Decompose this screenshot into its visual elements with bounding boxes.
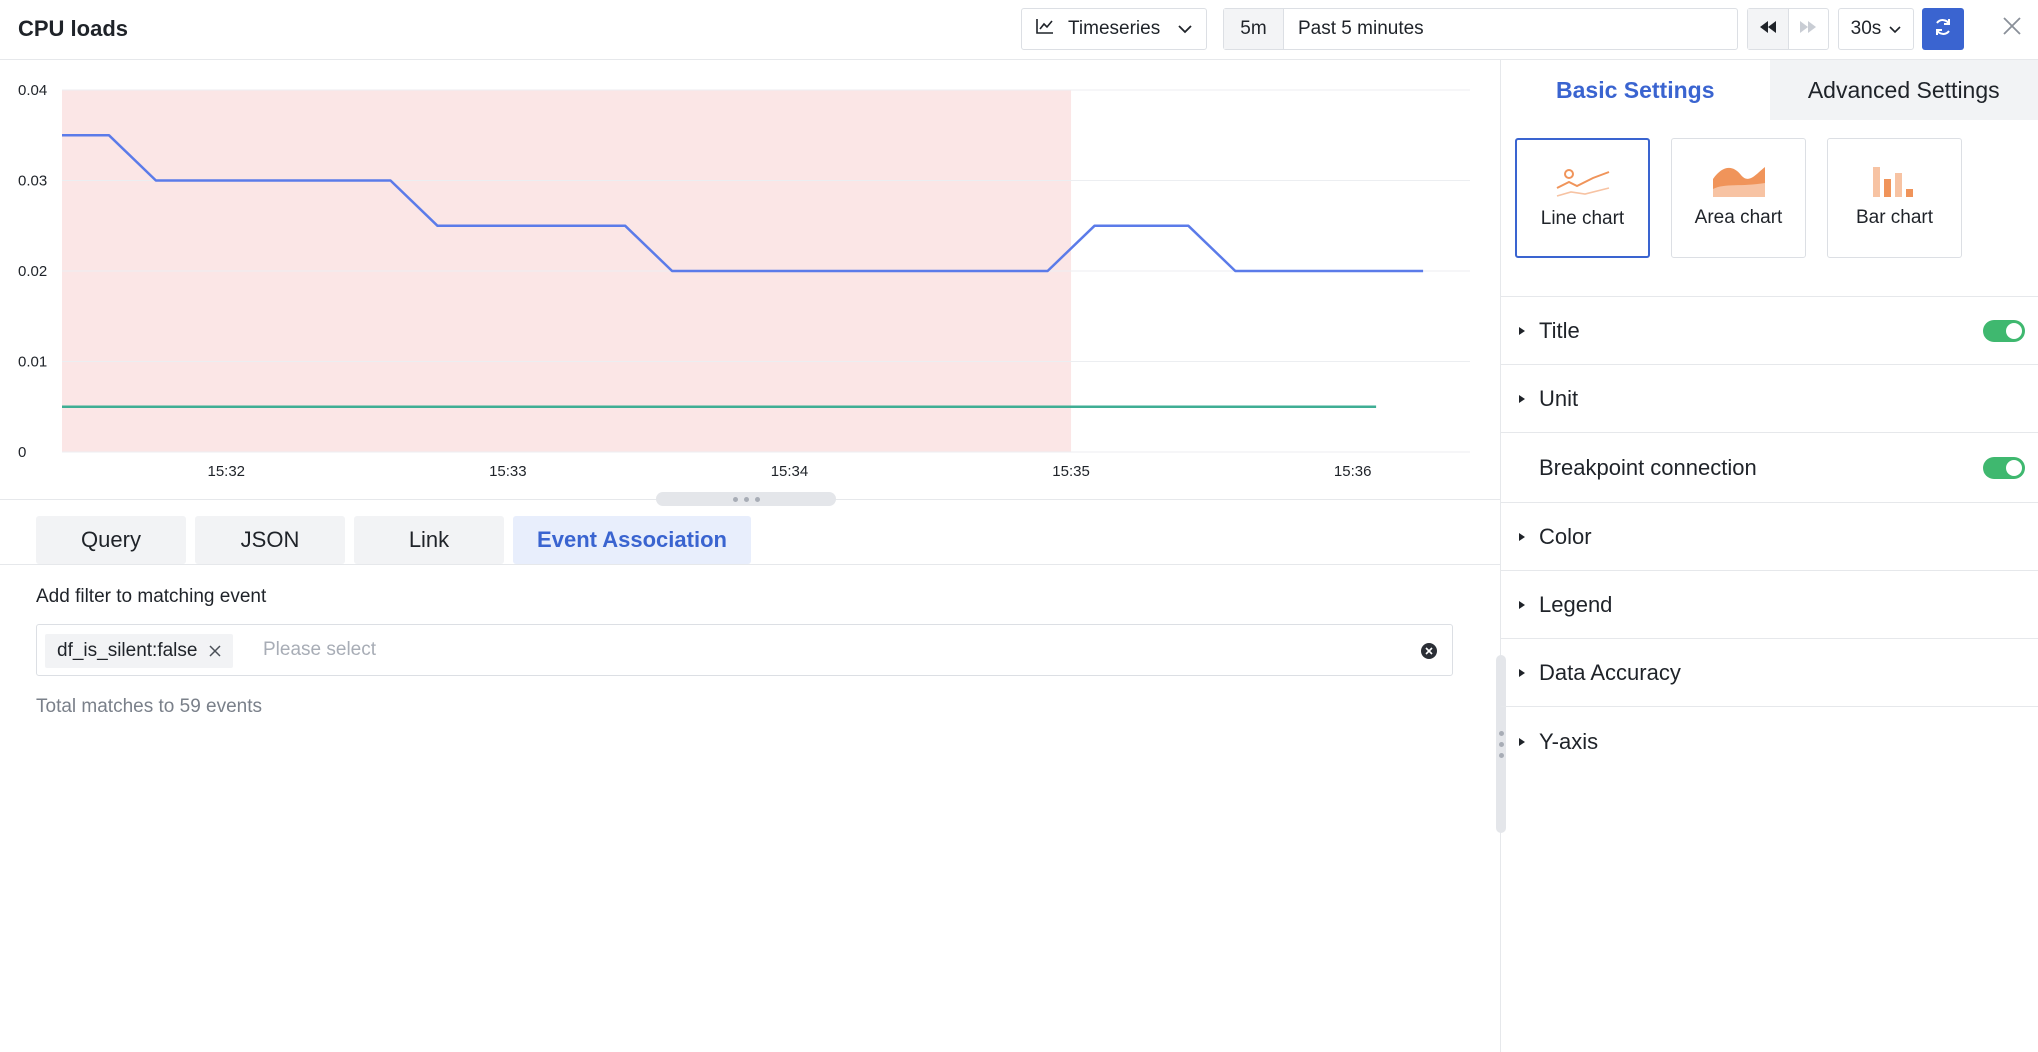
section-label: Title <box>1539 317 1580 343</box>
caret-right-icon <box>1519 326 1525 335</box>
filter-label: Add filter to matching event <box>36 586 267 607</box>
x-tick-label: 15:33 <box>489 463 527 480</box>
refresh-interval-label: 30s <box>1850 18 1882 39</box>
line-chart-icon <box>1036 18 1054 40</box>
filter-tag-label: df_is_silent:false <box>57 640 198 661</box>
time-shortcut[interactable]: 5m <box>1224 9 1284 49</box>
refresh-button[interactable] <box>1922 8 1964 50</box>
section-title[interactable]: Title <box>1501 296 2038 364</box>
tabs-divider <box>0 564 1500 565</box>
visualization-type-select[interactable]: Timeseries <box>1021 8 1207 50</box>
section-label: Data Accuracy <box>1539 659 1681 685</box>
title-toggle[interactable] <box>1983 319 2025 342</box>
tab-event-association[interactable]: Event Association <box>513 516 751 564</box>
chart-type-line[interactable]: Line chart <box>1515 138 1650 258</box>
section-y-axis[interactable]: Y-axis <box>1501 706 2038 776</box>
breakpoint-connection-toggle[interactable] <box>1983 456 2025 479</box>
close-icon <box>2003 16 2021 40</box>
caret-right-icon <box>1519 532 1525 541</box>
section-legend[interactable]: Legend <box>1501 570 2038 638</box>
chart-type-area[interactable]: Area chart <box>1671 138 1806 258</box>
y-tick-label: 0.03 <box>18 173 47 190</box>
tag-close-icon[interactable] <box>209 645 221 657</box>
section-label: Breakpoint connection <box>1539 454 1757 480</box>
event-filter-input[interactable] <box>263 633 1363 667</box>
chart-type-label: Area chart <box>1694 207 1783 228</box>
editor-tabs: Query JSON Link Event Association <box>36 516 751 564</box>
rewind-icon <box>1758 20 1778 39</box>
filter-tag: df_is_silent:false <box>45 634 234 668</box>
y-tick-label: 0.02 <box>18 263 47 280</box>
time-navigation <box>1747 8 1829 50</box>
section-breakpoint-connection: Breakpoint connection <box>1501 432 2038 502</box>
y-tick-label: 0.04 <box>18 82 47 99</box>
chart-type-bar[interactable]: Bar chart <box>1827 138 1962 258</box>
event-filter-select[interactable]: df_is_silent:false <box>36 624 1453 676</box>
chart-resize-handle[interactable] <box>656 492 836 506</box>
x-tick-label: 15:34 <box>771 463 809 480</box>
x-tick-label: 15:32 <box>207 463 245 480</box>
chart-type-selector: Line chart Area chart Bar chart <box>1515 138 1962 258</box>
chevron-down-icon <box>1889 18 1901 40</box>
time-range-picker[interactable]: 5m Past 5 minutes <box>1223 8 1738 50</box>
match-count: Total matches to 59 events <box>36 696 263 717</box>
fast-forward-icon <box>1798 20 1818 39</box>
section-label: Color <box>1539 523 1592 549</box>
rewind-button[interactable] <box>1748 9 1789 49</box>
tab-query[interactable]: Query <box>36 516 186 564</box>
caret-right-icon <box>1519 668 1525 677</box>
close-button[interactable] <box>1998 14 2026 42</box>
section-data-accuracy[interactable]: Data Accuracy <box>1501 638 2038 706</box>
area-chart-icon <box>1711 163 1767 199</box>
line-chart-icon <box>1555 164 1611 200</box>
y-tick-label: 0.01 <box>18 354 47 371</box>
time-range-label[interactable]: Past 5 minutes <box>1284 9 1737 49</box>
tab-advanced-settings[interactable]: Advanced Settings <box>1769 60 2038 120</box>
section-label: Unit <box>1539 385 1579 411</box>
chart-type-label: Bar chart <box>1855 207 1934 228</box>
chart-area: 0 0.01 0.02 0.03 0.04 15:32 15:33 15:34 15:35 15:… <box>0 60 1500 500</box>
clear-icon[interactable] <box>1420 642 1438 660</box>
caret-right-icon <box>1519 600 1525 609</box>
chart-type-label: Line chart <box>1540 208 1625 229</box>
visualization-type-label: Timeseries <box>1068 18 1161 39</box>
tab-link[interactable]: Link <box>354 516 504 564</box>
section-label: Y-axis <box>1539 728 1599 754</box>
x-tick-label: 15:36 <box>1334 463 1372 480</box>
header: CPU loads Timeseries 5m Past 5 minutes 3… <box>0 0 2038 60</box>
caret-right-icon <box>1519 737 1525 746</box>
tab-basic-settings[interactable]: Basic Settings <box>1501 60 1770 120</box>
section-color[interactable]: Color <box>1501 502 2038 570</box>
timeseries-chart[interactable]: 0 0.01 0.02 0.03 0.04 15:32 15:33 15:34 15:35 15:… <box>0 60 1500 500</box>
refresh-interval-select[interactable]: 30s <box>1838 8 1914 50</box>
tab-json[interactable]: JSON <box>195 516 345 564</box>
bar-chart-icon <box>1867 163 1923 199</box>
section-unit[interactable]: Unit <box>1501 364 2038 432</box>
page-title: CPU loads <box>18 16 129 41</box>
caret-right-icon <box>1519 394 1525 403</box>
forward-button[interactable] <box>1789 9 1829 49</box>
section-label: Legend <box>1539 591 1613 617</box>
settings-tabs: Basic Settings Advanced Settings <box>1501 60 2038 120</box>
y-tick-label: 0 <box>18 444 26 461</box>
refresh-icon <box>1933 17 1953 42</box>
x-tick-label: 15:35 <box>1052 463 1090 480</box>
chevron-down-icon <box>1178 18 1192 40</box>
